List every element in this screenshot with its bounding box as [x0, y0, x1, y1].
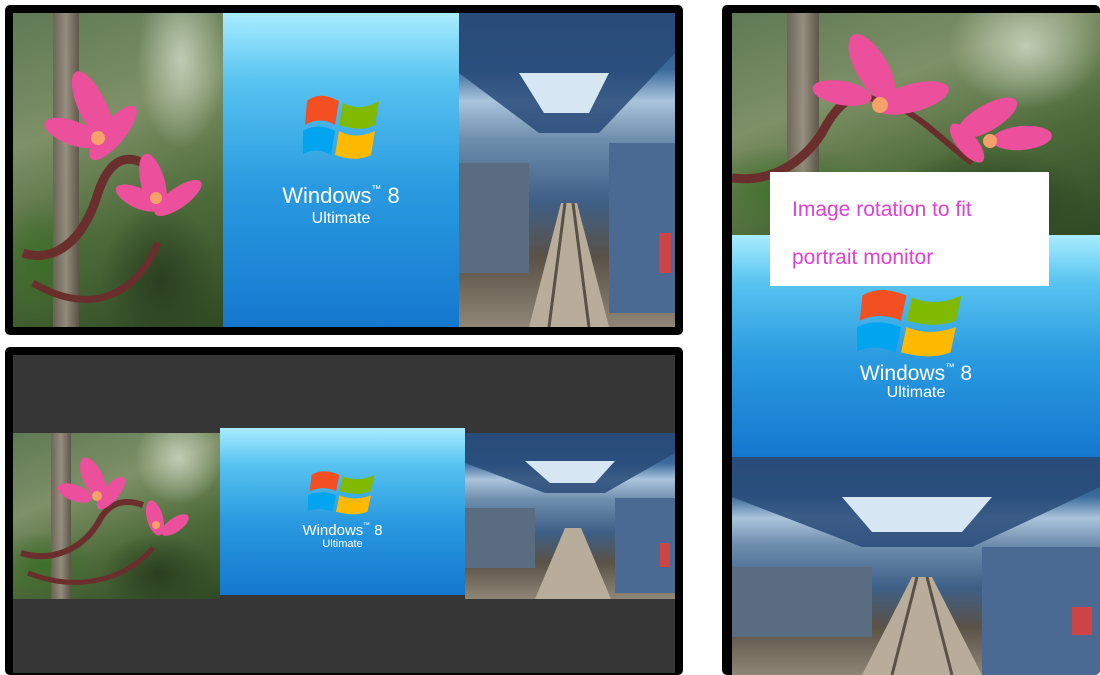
windows-edition-text: Ultimate — [886, 384, 946, 401]
windows-8-image: Windows™ 8 Ultimate — [223, 13, 459, 327]
windows-flag-icon — [857, 289, 962, 357]
windows-version-text: 8 — [374, 522, 383, 539]
windows-version-text: 8 — [387, 183, 400, 208]
windows-brand-text: Windows — [282, 183, 372, 208]
windows-edition-text: Ultimate — [322, 538, 363, 550]
windows-brand-text: Windows — [302, 522, 364, 539]
windows-flag-icon — [303, 95, 379, 159]
monitor-screen: Windows™ 8 Ultimate — [13, 355, 675, 673]
caption-box: Image rotation to fit portrait monitor — [770, 172, 1049, 286]
windows-8-image: Windows™ 8 Ultimate — [220, 428, 465, 595]
windows-version-text: 8 — [960, 362, 973, 385]
caption-line-2: portrait monitor — [792, 246, 934, 269]
train-track-image — [465, 433, 675, 599]
train-track-image — [459, 13, 675, 327]
caption-line-1: Image rotation to fit — [792, 198, 972, 221]
flower-image — [13, 13, 223, 327]
train-track-image — [732, 457, 1100, 675]
landscape-monitor-fill: Windows™ 8 Ultimate — [5, 5, 683, 335]
windows-flag-icon — [308, 471, 375, 515]
monitor-screen: Windows™ 8 Ultimate — [732, 13, 1100, 675]
flower-image — [13, 433, 220, 599]
windows-edition-text: Ultimate — [311, 210, 371, 227]
monitor-screen: Windows™ 8 Ultimate — [13, 13, 675, 327]
landscape-monitor-letterbox: Windows™ 8 Ultimate — [5, 347, 683, 675]
portrait-monitor-rotated: Windows™ 8 Ultimate Image rotation to fi… — [722, 5, 1100, 675]
windows-brand-text: Windows — [859, 362, 946, 385]
